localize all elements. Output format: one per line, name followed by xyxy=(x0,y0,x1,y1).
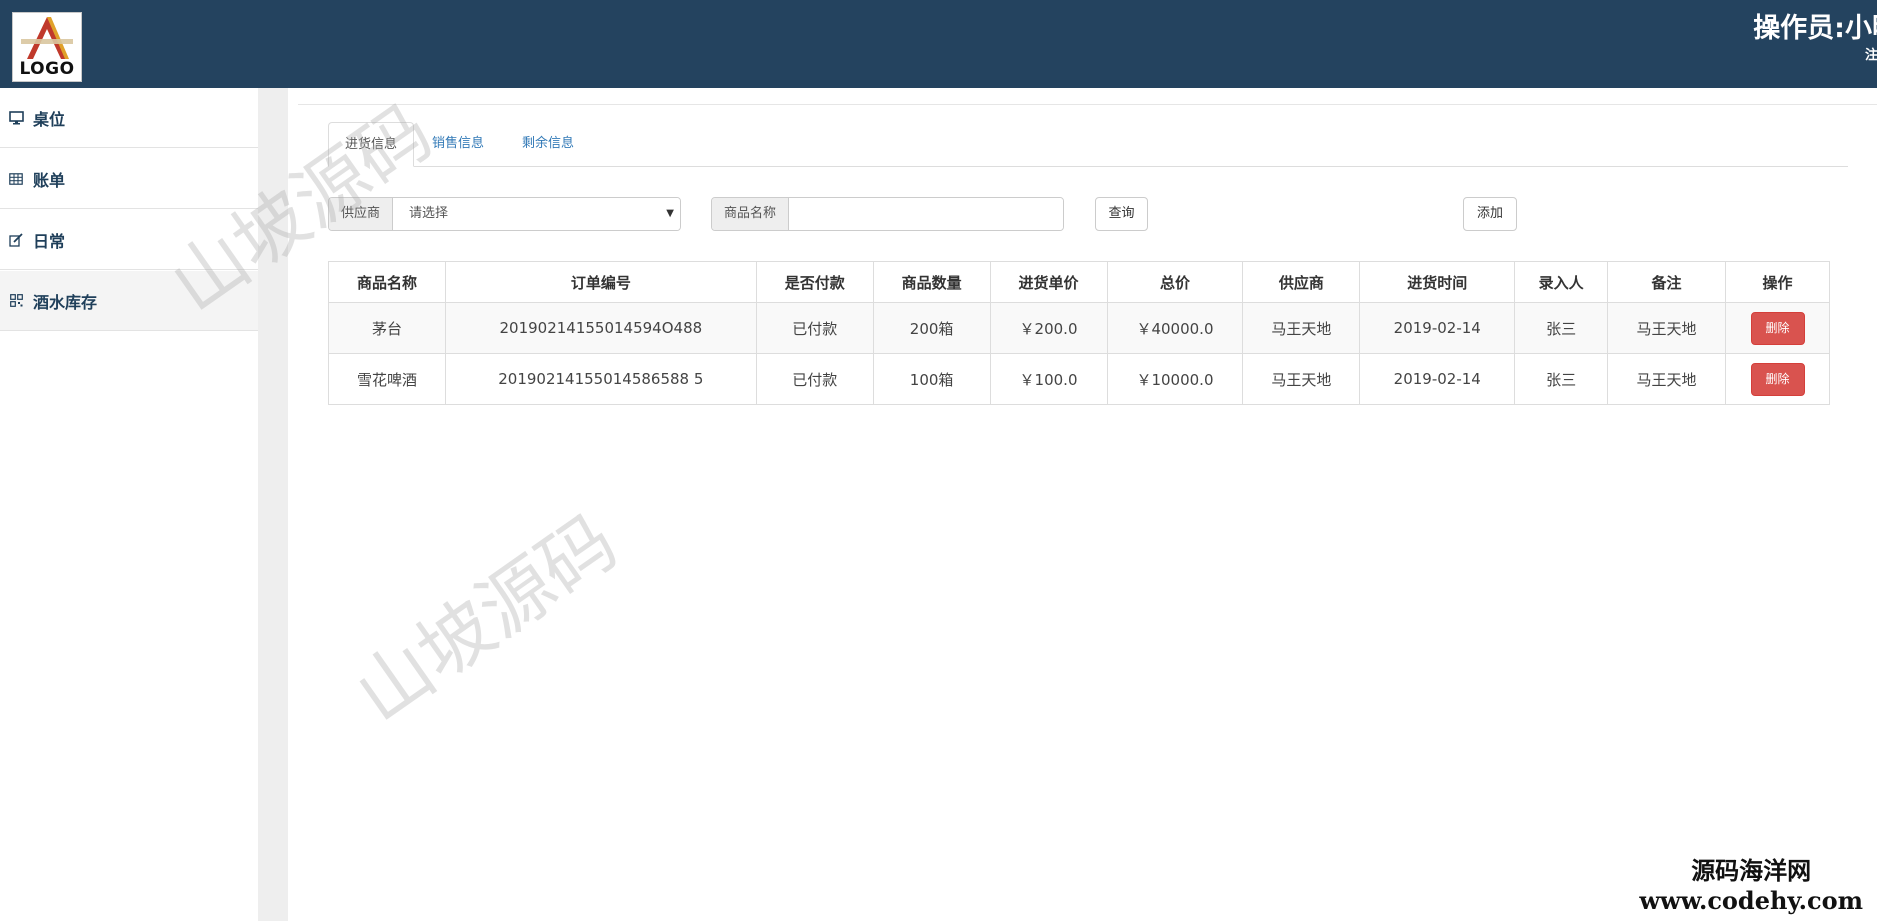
query-button[interactable]: 查询 xyxy=(1095,197,1148,231)
sidebar-item-label: 日常 xyxy=(33,231,66,251)
unit-price-cell: ￥200.0 xyxy=(989,302,1108,354)
unit-price-cell: ￥100.0 xyxy=(989,353,1108,405)
quantity-cell: 100箱 xyxy=(872,353,991,405)
tab-purchase-info[interactable]: 进货信息 xyxy=(328,122,415,167)
column-header: 供应商 xyxy=(1242,261,1361,303)
table-row: 茅台 20190214155014594O488 已付款 200箱 ￥200.0… xyxy=(328,302,1830,354)
order-number-cell: 20190214155014594O488 xyxy=(444,302,757,354)
paid-status-cell: 已付款 xyxy=(755,353,874,405)
main-content: 进货信息 销售信息 剩余信息 供应商 请选择 ▼ 商品名称 查询 添加 商品名称… xyxy=(288,88,1877,921)
column-header: 操作 xyxy=(1725,261,1830,303)
supplier-label: 供应商 xyxy=(329,198,394,230)
sidebar: 桌位 账单 日常 酒水库存 xyxy=(0,88,258,921)
product-name-cell: 茅台 xyxy=(328,302,446,354)
sidebar-item-tables[interactable]: 桌位 xyxy=(0,88,258,148)
note-cell: 马王天地 xyxy=(1607,302,1726,354)
column-header: 是否付款 xyxy=(755,261,874,303)
content-gutter xyxy=(258,88,288,921)
tab-bar: 进货信息 销售信息 剩余信息 xyxy=(328,122,1848,167)
total-price-cell: ￥10000.0 xyxy=(1106,353,1244,405)
operator-cell: 张三 xyxy=(1514,353,1609,405)
edit-icon xyxy=(8,232,24,248)
paid-status-cell: 已付款 xyxy=(755,302,874,354)
product-name-label: 商品名称 xyxy=(712,198,790,230)
supplier-filter: 供应商 请选择 ▼ xyxy=(328,197,681,231)
column-header: 进货时间 xyxy=(1359,261,1516,303)
operator-cell: 张三 xyxy=(1514,302,1609,354)
delete-button[interactable]: 删除 xyxy=(1750,311,1805,345)
action-cell: 删除 xyxy=(1725,353,1830,405)
sidebar-item-label: 酒水库存 xyxy=(33,292,98,312)
sidebar-item-drink-stock[interactable]: 酒水库存 xyxy=(0,271,258,331)
sidebar-item-label: 桌位 xyxy=(33,109,66,129)
delete-button[interactable]: 删除 xyxy=(1750,362,1805,396)
column-header: 商品数量 xyxy=(872,261,991,303)
supplier-cell: 马王天地 xyxy=(1242,353,1361,405)
total-price-cell: ￥40000.0 xyxy=(1106,302,1244,354)
action-cell: 删除 xyxy=(1725,302,1830,354)
logo-text: LOGO xyxy=(19,59,75,79)
sidebar-item-label: 账单 xyxy=(33,170,66,190)
supplier-cell: 马王天地 xyxy=(1242,302,1361,354)
column-header: 录入人 xyxy=(1514,261,1609,303)
monitor-icon xyxy=(8,110,24,126)
supplier-select[interactable]: 请选择 ▼ xyxy=(393,198,680,230)
product-name-cell: 雪花啤酒 xyxy=(328,353,446,405)
product-name-input[interactable] xyxy=(789,198,1063,230)
purchase-date-cell: 2019-02-14 xyxy=(1359,353,1516,405)
column-header: 进货单价 xyxy=(989,261,1108,303)
operator-name: 操作员:小明 xyxy=(1753,13,1877,44)
purchase-date-cell: 2019-02-14 xyxy=(1359,302,1516,354)
divider xyxy=(298,104,1877,105)
column-header: 备注 xyxy=(1607,261,1726,303)
table-header-row: 商品名称 订单编号 是否付款 商品数量 进货单价 总价 供应商 进货时间 录入人… xyxy=(328,261,1830,303)
supplier-select-value: 请选择 xyxy=(409,206,449,221)
product-filter: 商品名称 xyxy=(711,197,1064,231)
logout-link[interactable]: 注销 xyxy=(1865,44,1877,63)
column-header: 商品名称 xyxy=(328,261,446,303)
table-row: 雪花啤酒 20190214155014586588 5 已付款 100箱 ￥10… xyxy=(328,353,1830,405)
column-header: 总价 xyxy=(1106,261,1244,303)
top-header: LOGO 操作员:小明 注销 xyxy=(0,0,1877,88)
note-cell: 马王天地 xyxy=(1607,353,1726,405)
purchase-table: 商品名称 订单编号 是否付款 商品数量 进货单价 总价 供应商 进货时间 录入人… xyxy=(328,261,1830,405)
sidebar-item-bills[interactable]: 账单 xyxy=(0,149,258,209)
logo[interactable]: LOGO xyxy=(12,12,82,82)
table-icon xyxy=(8,171,24,187)
tab-remaining-info[interactable]: 剩余信息 xyxy=(506,122,590,166)
qrcode-icon xyxy=(8,293,24,309)
caret-down-icon: ▼ xyxy=(666,208,674,219)
logo-icon xyxy=(21,17,73,59)
column-header: 订单编号 xyxy=(444,261,757,303)
add-button[interactable]: 添加 xyxy=(1463,197,1517,231)
sidebar-item-daily[interactable]: 日常 xyxy=(0,210,258,270)
tab-sales-info[interactable]: 销售信息 xyxy=(416,122,500,166)
order-number-cell: 20190214155014586588 5 xyxy=(444,353,757,405)
quantity-cell: 200箱 xyxy=(872,302,991,354)
